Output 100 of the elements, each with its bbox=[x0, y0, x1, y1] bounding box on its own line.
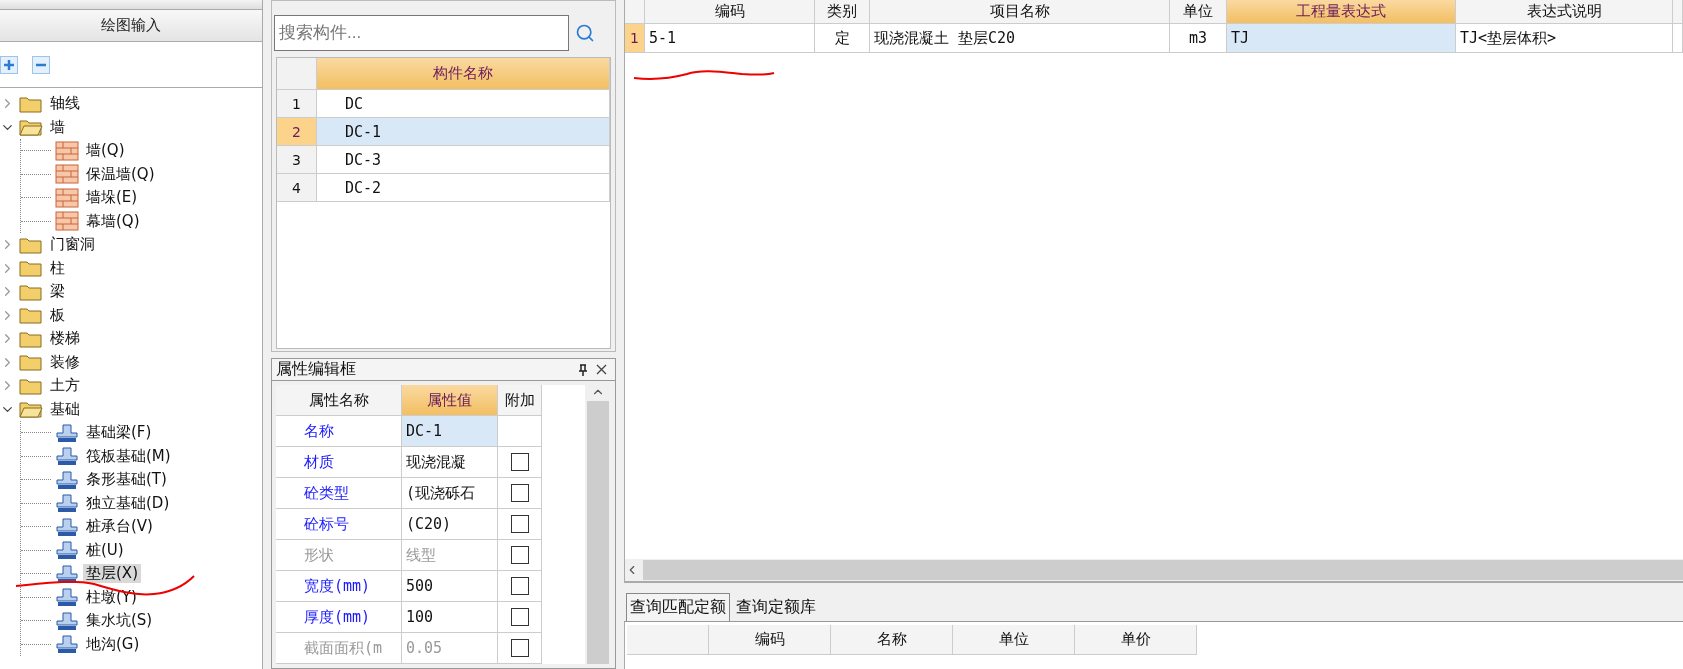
tree-node[interactable]: 门窗洞 bbox=[47, 235, 98, 255]
column-header[interactable]: 表达式说明 bbox=[1456, 0, 1673, 24]
brick-wall-icon bbox=[55, 164, 79, 185]
checkbox[interactable] bbox=[510, 515, 529, 533]
table-cell[interactable]: 5-1 bbox=[645, 24, 815, 53]
tree-node[interactable]: 装修 bbox=[47, 352, 83, 372]
table-cell[interactable]: 定 bbox=[815, 24, 870, 53]
folder-icon bbox=[19, 235, 43, 254]
tree-node[interactable]: 楼梯 bbox=[47, 329, 83, 349]
column-header[interactable]: 附加 bbox=[498, 385, 542, 416]
property-value[interactable]: (现浇砾石 bbox=[402, 478, 498, 509]
property-name: 截面面积(m bbox=[276, 633, 402, 664]
checkbox[interactable] bbox=[510, 453, 529, 471]
property-name: 砼类型 bbox=[276, 478, 402, 509]
tree-node[interactable]: 幕墙(Q) bbox=[83, 211, 143, 231]
table-cell[interactable]: DC-1 bbox=[317, 118, 610, 146]
table-cell[interactable]: 现浇混凝土 垫层C20 bbox=[870, 24, 1170, 53]
horizontal-scrollbar[interactable] bbox=[625, 559, 1683, 581]
column-header[interactable]: 构件名称 bbox=[317, 58, 610, 90]
tree-node[interactable]: 条形基础(T) bbox=[83, 470, 170, 490]
corner-cell bbox=[277, 58, 317, 90]
tree-node[interactable]: 桩(U) bbox=[83, 540, 127, 560]
tree-node[interactable]: 保温墙(Q) bbox=[83, 164, 158, 184]
column-header[interactable]: 类别 bbox=[815, 0, 870, 24]
foundation-icon bbox=[55, 587, 79, 608]
tree-node[interactable]: 桩承台(V) bbox=[83, 517, 156, 537]
tree-node[interactable]: 墙(Q) bbox=[83, 141, 128, 161]
checkbox[interactable] bbox=[510, 484, 529, 502]
table-cell[interactable]: m3 bbox=[1170, 24, 1227, 53]
column-header[interactable]: 项目名称 bbox=[870, 0, 1170, 24]
property-value[interactable]: (C20) bbox=[402, 509, 498, 540]
property-name: 砼标号 bbox=[276, 509, 402, 540]
column-header[interactable]: 编码 bbox=[709, 625, 831, 655]
property-value[interactable]: DC-1 bbox=[402, 416, 498, 447]
folder-icon bbox=[19, 376, 43, 395]
tree-node[interactable]: 梁 bbox=[47, 282, 68, 302]
expand-all-button[interactable] bbox=[0, 55, 18, 74]
tree-node[interactable]: 墙垛(E) bbox=[83, 188, 141, 208]
foundation-icon bbox=[55, 493, 79, 514]
tree-node[interactable]: 垫层(X) bbox=[83, 564, 141, 584]
column-header[interactable]: 名称 bbox=[831, 625, 953, 655]
tree-node[interactable]: 基础 bbox=[47, 399, 83, 419]
row-number[interactable]: 3 bbox=[277, 146, 317, 174]
foundation-icon bbox=[55, 516, 79, 537]
foundation-icon bbox=[55, 446, 79, 467]
foundation-icon bbox=[55, 563, 79, 584]
row-number[interactable]: 2 bbox=[277, 118, 317, 146]
row-number[interactable]: 1 bbox=[277, 90, 317, 118]
property-name: 宽度(mm) bbox=[276, 571, 402, 602]
tree-node[interactable]: 板 bbox=[47, 305, 68, 325]
table-cell[interactable]: DC-3 bbox=[317, 146, 610, 174]
table-cell[interactable]: DC-2 bbox=[317, 174, 610, 202]
column-header[interactable]: 编码 bbox=[645, 0, 815, 24]
vertical-scrollbar[interactable] bbox=[585, 385, 611, 664]
folder-icon bbox=[19, 259, 43, 278]
row-number[interactable]: 1 bbox=[625, 24, 645, 53]
property-value[interactable]: 500 bbox=[402, 571, 498, 602]
property-name: 形状 bbox=[276, 540, 402, 571]
table-cell[interactable]: DC bbox=[317, 90, 610, 118]
column-header[interactable]: 属性值 bbox=[402, 385, 498, 416]
column-header[interactable]: 属性名称 bbox=[276, 385, 402, 416]
property-value[interactable]: 现浇混凝 bbox=[402, 447, 498, 478]
checkbox[interactable] bbox=[510, 608, 529, 626]
row-number[interactable]: 4 bbox=[277, 174, 317, 202]
foundation-icon bbox=[55, 610, 79, 631]
tree-node[interactable]: 基础梁(F) bbox=[83, 423, 155, 443]
property-value[interactable]: 100 bbox=[402, 602, 498, 633]
table-cell[interactable]: TJ bbox=[1227, 24, 1456, 53]
collapse-all-button[interactable] bbox=[32, 55, 50, 74]
tree-node[interactable]: 墙 bbox=[47, 117, 68, 137]
tree-node[interactable]: 土方 bbox=[47, 376, 83, 396]
column-header[interactable]: 工程量表达式 bbox=[1227, 0, 1456, 24]
tab[interactable]: 查询匹配定额 bbox=[626, 593, 730, 621]
panel-title: 属性编辑框 bbox=[276, 359, 356, 380]
folder-icon bbox=[19, 282, 43, 301]
column-header[interactable]: 单位 bbox=[1170, 0, 1227, 24]
tree-node[interactable]: 筏板基础(M) bbox=[83, 446, 174, 466]
folder-icon bbox=[19, 329, 43, 348]
property-name: 名称 bbox=[276, 416, 402, 447]
search-icon[interactable] bbox=[575, 23, 595, 43]
checkbox[interactable] bbox=[510, 577, 529, 595]
tree-node[interactable]: 地沟(G) bbox=[83, 634, 143, 654]
tree-node[interactable]: 独立基础(D) bbox=[83, 493, 173, 513]
tree-node[interactable]: 柱 bbox=[47, 258, 68, 278]
table-cell[interactable]: TJ<垫层体积> bbox=[1456, 24, 1673, 53]
tree-node[interactable]: 集水坑(S) bbox=[83, 611, 156, 631]
column-header bbox=[1673, 0, 1683, 24]
property-name: 材质 bbox=[276, 447, 402, 478]
search-field[interactable]: 搜索构件... bbox=[274, 15, 569, 51]
foundation-icon bbox=[55, 469, 79, 490]
brick-wall-icon bbox=[55, 140, 79, 161]
drawing-input-tab[interactable]: 绘图输入 bbox=[0, 10, 262, 42]
folder-icon bbox=[19, 306, 43, 325]
tab[interactable]: 查询定额库 bbox=[732, 593, 820, 621]
column-header[interactable]: 单价 bbox=[1075, 625, 1197, 655]
brick-wall-icon bbox=[55, 187, 79, 208]
folder-icon bbox=[19, 353, 43, 372]
column-header[interactable]: 单位 bbox=[953, 625, 1075, 655]
open-folder-icon bbox=[19, 118, 43, 137]
tree-node[interactable]: 轴线 bbox=[47, 94, 83, 114]
